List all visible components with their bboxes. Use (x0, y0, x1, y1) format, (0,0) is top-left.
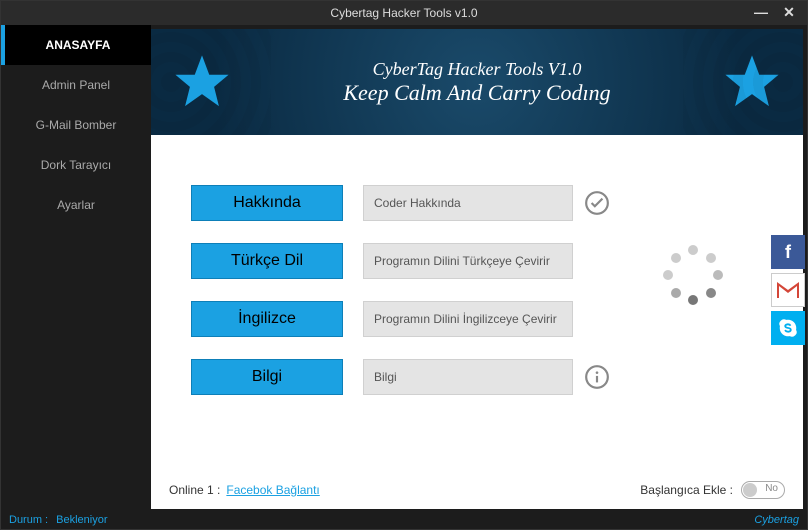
ingilizce-button[interactable]: İngilizce (191, 301, 343, 337)
titlebar[interactable]: Cybertag Hacker Tools v1.0 — ✕ (1, 1, 807, 25)
loading-spinner-icon (663, 245, 723, 305)
startup-toggle[interactable]: No (741, 481, 785, 499)
sidebar: ANASAYFA Admin Panel G-Mail Bomber Dork … (1, 25, 151, 509)
row-hakkinda: Hakkında Coder Hakkında (191, 185, 781, 221)
sidebar-item-gmail-bomber[interactable]: G-Mail Bomber (1, 105, 151, 145)
turkce-desc: Programın Dilini Türkçeye Çevirir (363, 243, 573, 279)
startup-label: Başlangıca Ekle : (640, 483, 733, 497)
facebook-button[interactable]: f (771, 235, 805, 269)
hakkinda-button[interactable]: Hakkında (191, 185, 343, 221)
banner-subtitle: Keep Calm And Carry Codıng (343, 80, 610, 106)
ingilizce-desc: Programın Dilini İngilizceye Çevirir (363, 301, 573, 337)
status-brand: Cybertag (754, 514, 799, 526)
minimize-button[interactable]: — (747, 1, 775, 23)
gmail-button[interactable] (771, 273, 805, 307)
hakkinda-desc: Coder Hakkında (363, 185, 573, 221)
content: Hakkında Coder Hakkında Türkçe Dil Progr… (151, 135, 803, 395)
window-body: ANASAYFA Admin Panel G-Mail Bomber Dork … (1, 25, 807, 509)
banner-title: CyberTag Hacker Tools V1.0 (343, 59, 610, 80)
banner: CyberTag Hacker Tools V1.0 Keep Calm And… (151, 29, 803, 135)
sidebar-item-admin-panel[interactable]: Admin Panel (1, 65, 151, 105)
social-buttons: f (771, 235, 805, 345)
main-panel: CyberTag Hacker Tools V1.0 Keep Calm And… (151, 29, 803, 509)
status-label: Durum : (9, 514, 48, 526)
star-icon (723, 53, 781, 111)
bilgi-desc: Bilgi (363, 359, 573, 395)
banner-text: CyberTag Hacker Tools V1.0 Keep Calm And… (343, 59, 610, 106)
toggle-label: No (765, 483, 778, 494)
app-window: Cybertag Hacker Tools v1.0 — ✕ ANASAYFA … (0, 0, 808, 530)
turkce-button[interactable]: Türkçe Dil (191, 243, 343, 279)
info-icon (583, 363, 611, 391)
sidebar-item-dork-tarayici[interactable]: Dork Tarayıcı (1, 145, 151, 185)
close-button[interactable]: ✕ (775, 1, 803, 23)
sidebar-item-anasayfa[interactable]: ANASAYFA (1, 25, 151, 65)
bilgi-button[interactable]: Bilgi (191, 359, 343, 395)
facebook-link[interactable]: Facebok Bağlantı (226, 483, 319, 497)
window-title: Cybertag Hacker Tools v1.0 (330, 6, 477, 20)
titlebar-buttons: — ✕ (747, 1, 803, 23)
skype-button[interactable] (771, 311, 805, 345)
row-ingilizce: İngilizce Programın Dilini İngilizceye Ç… (191, 301, 781, 337)
toggle-knob (743, 483, 757, 497)
online-label: Online 1 : (169, 483, 220, 497)
row-bilgi: Bilgi Bilgi (191, 359, 781, 395)
sidebar-item-ayarlar[interactable]: Ayarlar (1, 185, 151, 225)
status-value: Bekleniyor (56, 514, 107, 526)
check-icon (583, 189, 611, 217)
status-bar: Durum : Bekleniyor Cybertag (1, 511, 807, 529)
star-icon (173, 53, 231, 111)
bottom-bar: Online 1 : Facebok Bağlantı Başlangıca E… (169, 481, 785, 499)
